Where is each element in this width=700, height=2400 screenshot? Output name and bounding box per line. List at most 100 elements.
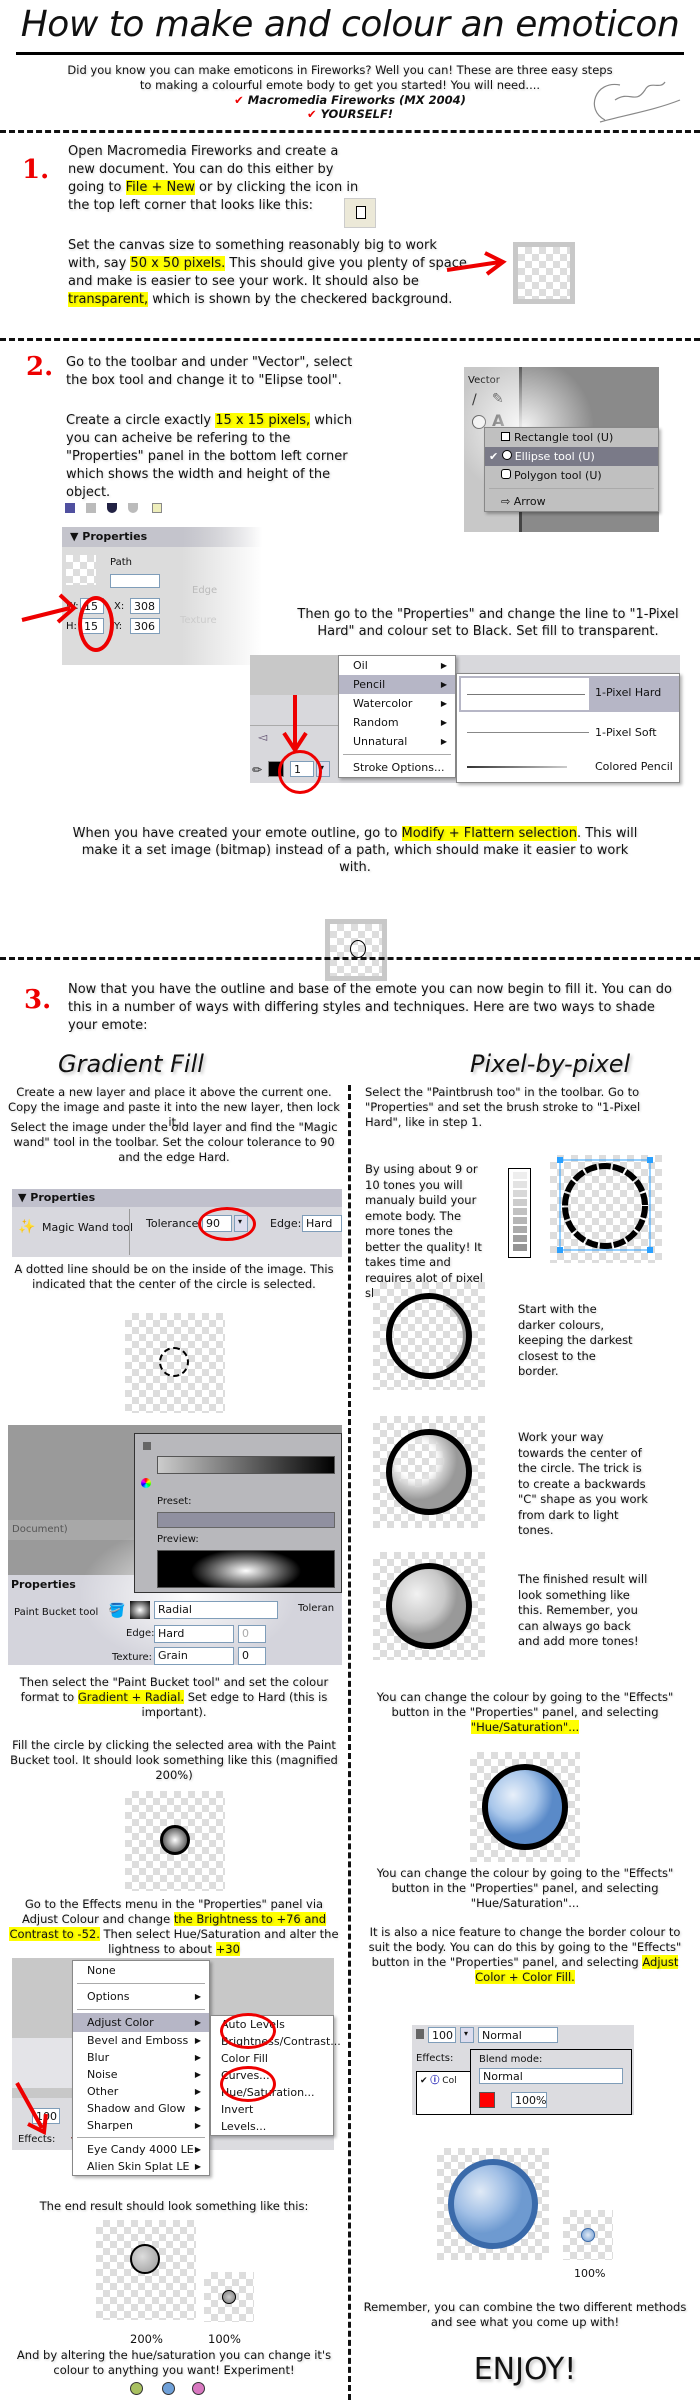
x-input[interactable]: 308 [130,598,160,614]
highlight-circle [220,2013,276,2049]
blend-mode-screenshot: 100 ▾ Normal Effects: ✔ ⓘ Col Blend mode… [412,2025,634,2115]
requirements-list: ✔ Macromedia Fireworks (MX 2004) ✔ YOURS… [150,93,550,121]
pixel-step-dark-preview [373,1282,485,1390]
menu-item-colored-pencil[interactable]: Colored Pencil [459,752,679,782]
opacity-dropdown[interactable]: ▾ [460,2027,474,2043]
pixel-p3: Start with the darker colours, keeping t… [518,1302,633,1378]
arrange-icon: ◅ [258,730,268,744]
tone-swatch [513,1190,527,1197]
menu-item-rectangle-tool[interactable]: Rectangle tool (U) [485,428,658,447]
preset-select[interactable] [157,1512,335,1528]
edge-select[interactable]: Hard [302,1215,342,1232]
menu-item-unnatural[interactable]: Unnatural ▶ [339,732,455,751]
menu-item-pencil[interactable]: Pencil ▶ [339,675,455,694]
menu-item-sharpen[interactable]: Sharpen ▶ [73,2117,209,2134]
texture-amount-input[interactable]: 0 [238,1647,266,1665]
step1-paragraph-1: Open Macromedia Fireworks and create a n… [68,144,359,213]
tone-swatch [513,1235,527,1242]
y-input[interactable]: 306 [130,618,160,634]
requirement-item: ✔ YOURSELF! [306,107,394,121]
blend-select[interactable]: Normal [478,2027,558,2043]
blue-emote-small-preview [563,2210,613,2260]
tone-swatch [513,1217,527,1224]
gradient-p3: A dotted line should be on the inside of… [14,1262,334,1291]
marquee-circle [159,1347,189,1377]
step2-paragraph-3: Then go to the "Properties" and change t… [297,607,679,639]
menu-item-random[interactable]: Random ▶ [339,713,455,732]
gradient-p5: Fill the circle by clicking the selected… [10,1738,338,1782]
pixel-p4: Work your way towards the center of the … [518,1430,648,1537]
ungroup-icon[interactable] [86,503,97,513]
red-arrow-icon [15,2082,48,2136]
fill-swatch[interactable] [130,1601,150,1619]
properties-header: ▼ Properties [12,1189,342,1207]
menu-item-oil[interactable]: Oil ▶ [339,656,455,675]
menu-item-arrow[interactable]: ⇨ Arrow [485,492,658,511]
menu-item-invert[interactable]: Invert [211,2101,333,2118]
title-underline [16,52,684,55]
edge-select[interactable]: Hard [154,1625,234,1643]
new-document-button[interactable] [344,198,376,228]
check-icon: ✔ [489,450,499,463]
zoom-label-200: 200% [130,2332,163,2346]
fill-type-select[interactable]: Radial [154,1601,278,1619]
menu-item-1-pixel-soft[interactable]: 1-Pixel Soft [459,716,679,748]
tone-swatch [513,1208,527,1215]
checkmark-icon: ✔ [306,107,317,121]
fill-color-swatch[interactable] [479,2092,495,2108]
menu-item-watercolor[interactable]: Watercolor ▶ [339,694,455,713]
object-name-input[interactable] [110,574,160,588]
mask-off-icon[interactable] [128,503,139,513]
group-icon[interactable] [65,503,75,513]
rectangle-icon [501,432,510,441]
gradient-fill-heading: Gradient Fill [58,1050,204,1078]
fill-opacity-input[interactable]: 100% [511,2092,547,2108]
blend-mode-select[interactable]: Normal [479,2068,623,2084]
gradient-p2: Select the image under the old layer and… [10,1120,338,1164]
menu-item-blur[interactable]: Blur ▶ [73,2049,209,2066]
gradient-p6: Go to the Effects menu in the "Propertie… [9,1897,339,1956]
menu-item-ellipse-tool[interactable]: ✔ Ellipse tool (U) [485,447,658,466]
color-fill-popup: Blend mode: Normal 100% [470,2049,632,2115]
step2-paragraph-4: When you have created your emote outline… [72,826,638,875]
menu-item-bevel-and-emboss[interactable]: Bevel and Emboss ▶ [73,2032,209,2049]
column-divider [348,1085,351,2400]
stroke-menu-screenshot: ◅ ✏ 1 ▾ 1-Pixel Soft Oil▶ Pencil▶ Waterc… [250,655,680,794]
highlight-circle [78,596,114,652]
circle-outline [350,940,366,958]
menu-item-levels[interactable]: Levels... [211,2118,333,2135]
menu-item-1-pixel-hard[interactable]: 1-Pixel Hard [459,676,679,712]
enjoy-text: ENJOY! [473,2352,577,2387]
menu-item-shadow-and-glow[interactable]: Shadow and Glow ▶ [73,2100,209,2117]
menu-item-options[interactable]: Options ▶ [73,1987,209,2006]
pixel-p1: Select the "Paintbrush too" in the toolb… [365,1085,641,1129]
pixel-outline-preview [550,1155,662,1263]
arrange-icon[interactable] [152,503,163,513]
menu-item-adjust-color[interactable]: Adjust Color ▶ [73,2013,209,2032]
menu-item-none[interactable]: None [73,1961,209,1980]
menu-item-stroke-options[interactable]: Stroke Options... [339,758,455,777]
menu-item-noise[interactable]: Noise ▶ [73,2066,209,2083]
mask-icon[interactable] [107,503,118,513]
result-circle-small [222,2290,236,2304]
pixel-p8: It is also a nice feature to change the … [368,1925,682,1984]
texture-select[interactable]: Grain [154,1647,234,1665]
menu-item-polygon-tool[interactable]: Polygon tool (U) [485,466,658,485]
edge-amount-input[interactable]: 0 [238,1625,266,1643]
opacity-input[interactable]: 100 [428,2027,456,2043]
requirement-item: ✔ Macromedia Fireworks (MX 2004) [234,93,466,107]
gradient-fill-preview [125,1791,225,1891]
step-number: 3. [24,985,52,1015]
menu-item-other[interactable]: Other ▶ [73,2083,209,2100]
transparent-canvas-preview [513,242,575,304]
step3-intro: Now that you have the outline and base o… [68,982,672,1033]
menu-item-eye-candy[interactable]: Eye Candy 4000 LE ▶ [73,2141,209,2158]
pixel-p2: By using about 9 or 10 tones you will ma… [365,1162,483,1300]
effects-list[interactable]: ✔ ⓘ Col [416,2071,476,2115]
menu-separator [489,488,654,489]
menu-item-color-fill[interactable]: Color Fill [211,2050,333,2067]
gradient-ramp[interactable] [157,1456,335,1474]
pink-emote-icon [192,2382,205,2395]
shape-tool-menu: Rectangle tool (U) ✔ Ellipse tool (U) Po… [484,427,659,512]
menu-item-alien-skin-splat[interactable]: Alien Skin Splat LE ▶ [73,2158,209,2175]
